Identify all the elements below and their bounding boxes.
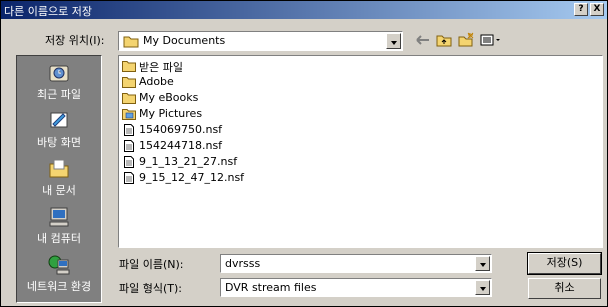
place-label: 내 컴퓨터	[37, 232, 81, 245]
folder-icon	[122, 77, 136, 88]
picture-folder-icon	[122, 109, 136, 120]
chevron-down-icon	[391, 41, 397, 45]
place-desktop[interactable]: 바탕 화면	[17, 108, 101, 154]
my-computer-icon	[49, 207, 69, 227]
file-icon	[124, 156, 134, 168]
filetype-label: 파일 형식(T):	[119, 282, 182, 295]
back-arrow-icon[interactable]	[414, 32, 432, 48]
file-icon	[124, 172, 134, 184]
lookin-label: 저장 위치(I):	[45, 34, 105, 47]
folder-icon	[122, 61, 136, 72]
lookin-value: My Documents	[143, 34, 226, 47]
place-my-computer[interactable]: 내 컴퓨터	[17, 204, 101, 250]
save-button[interactable]: 저장(S)	[527, 252, 602, 275]
chevron-down-icon	[480, 287, 486, 291]
folder-icon	[123, 36, 139, 48]
my-documents-icon	[49, 159, 69, 178]
filename-label: 파일 이름(N):	[119, 258, 184, 271]
file-list[interactable]: 받은 파일 Adobe My eBooks My Pictures 154069…	[118, 55, 603, 248]
new-folder-icon[interactable]	[457, 32, 475, 48]
place-recent-files[interactable]: 최근 파일	[17, 60, 101, 106]
save-as-dialog: 다른 이름으로 저장 ? X 저장 위치(I): My Documents 최근…	[0, 0, 608, 307]
place-label: 바탕 화면	[37, 136, 81, 149]
network-icon	[48, 255, 70, 275]
lookin-combo[interactable]: My Documents	[118, 31, 403, 51]
desktop-icon	[50, 112, 68, 128]
place-label: 최근 파일	[37, 88, 81, 101]
close-button[interactable]: X	[590, 3, 604, 16]
places-bar: 최근 파일 바탕 화면 내 문서 내 컴퓨터 네트워크 환경	[16, 55, 102, 303]
place-label: 내 문서	[42, 184, 76, 197]
cancel-button[interactable]: 취소	[528, 278, 601, 299]
filetype-value: DVR stream files	[225, 281, 317, 294]
help-button[interactable]: ?	[574, 3, 588, 16]
title-bar[interactable]: 다른 이름으로 저장 ? X	[1, 1, 607, 19]
folder-icon	[122, 93, 136, 104]
filename-value: dvrsss	[225, 257, 261, 270]
window-title: 다른 이름으로 저장	[4, 5, 92, 18]
file-icon	[124, 124, 134, 136]
place-label: 네트워크 환경	[26, 280, 92, 293]
up-folder-icon[interactable]	[435, 32, 453, 48]
recent-files-icon	[49, 65, 69, 82]
place-my-documents[interactable]: 내 문서	[17, 156, 101, 202]
view-menu-icon[interactable]	[479, 32, 500, 48]
filetype-dropdown-button[interactable]	[475, 280, 490, 295]
file-icon	[124, 140, 134, 152]
filename-dropdown-button[interactable]	[475, 256, 490, 271]
place-network[interactable]: 네트워크 환경	[17, 252, 101, 298]
lookin-dropdown-button[interactable]	[386, 33, 401, 49]
filename-input[interactable]: dvrsss	[220, 254, 492, 273]
chevron-down-icon	[480, 263, 486, 267]
filetype-select[interactable]: DVR stream files	[220, 278, 492, 297]
